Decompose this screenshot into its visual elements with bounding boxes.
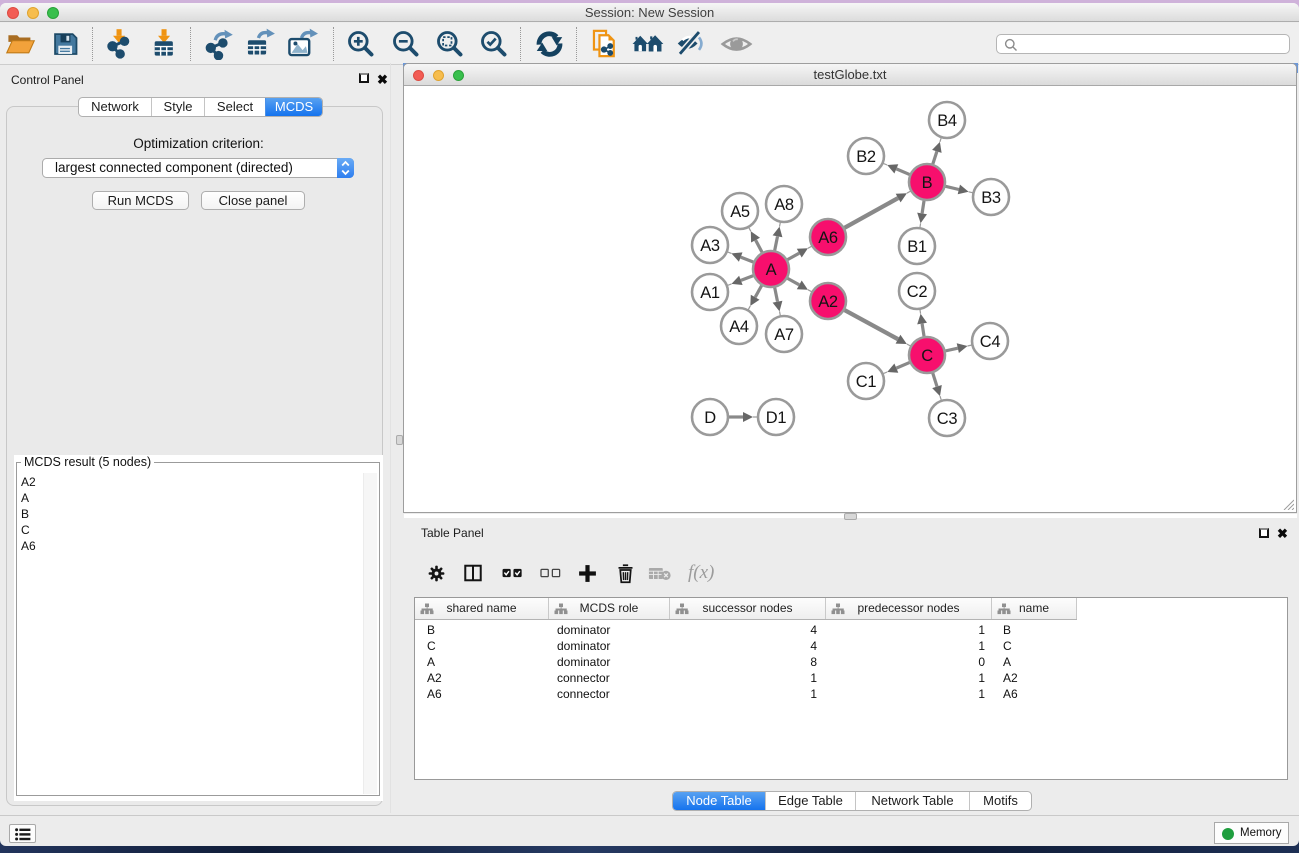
svg-text:B4: B4 bbox=[937, 112, 957, 130]
svg-text:C2: C2 bbox=[907, 283, 928, 301]
svg-text:A1: A1 bbox=[700, 284, 720, 302]
svg-text:A3: A3 bbox=[700, 237, 720, 255]
svg-text:C: C bbox=[921, 347, 933, 365]
svg-text:A4: A4 bbox=[729, 318, 749, 336]
svg-text:A7: A7 bbox=[774, 326, 794, 344]
svg-text:B3: B3 bbox=[981, 189, 1001, 207]
svg-text:A8: A8 bbox=[774, 196, 794, 214]
svg-text:C3: C3 bbox=[937, 410, 958, 428]
svg-text:D: D bbox=[704, 409, 716, 427]
svg-text:B: B bbox=[922, 174, 933, 192]
svg-text:B2: B2 bbox=[856, 148, 876, 166]
svg-text:A: A bbox=[766, 261, 777, 279]
svg-text:C4: C4 bbox=[980, 333, 1001, 351]
svg-text:D1: D1 bbox=[766, 409, 787, 427]
svg-text:B1: B1 bbox=[907, 238, 927, 256]
svg-text:C1: C1 bbox=[856, 373, 877, 391]
svg-text:A2: A2 bbox=[818, 293, 838, 311]
svg-text:A5: A5 bbox=[730, 203, 750, 221]
svg-text:A6: A6 bbox=[818, 229, 838, 247]
